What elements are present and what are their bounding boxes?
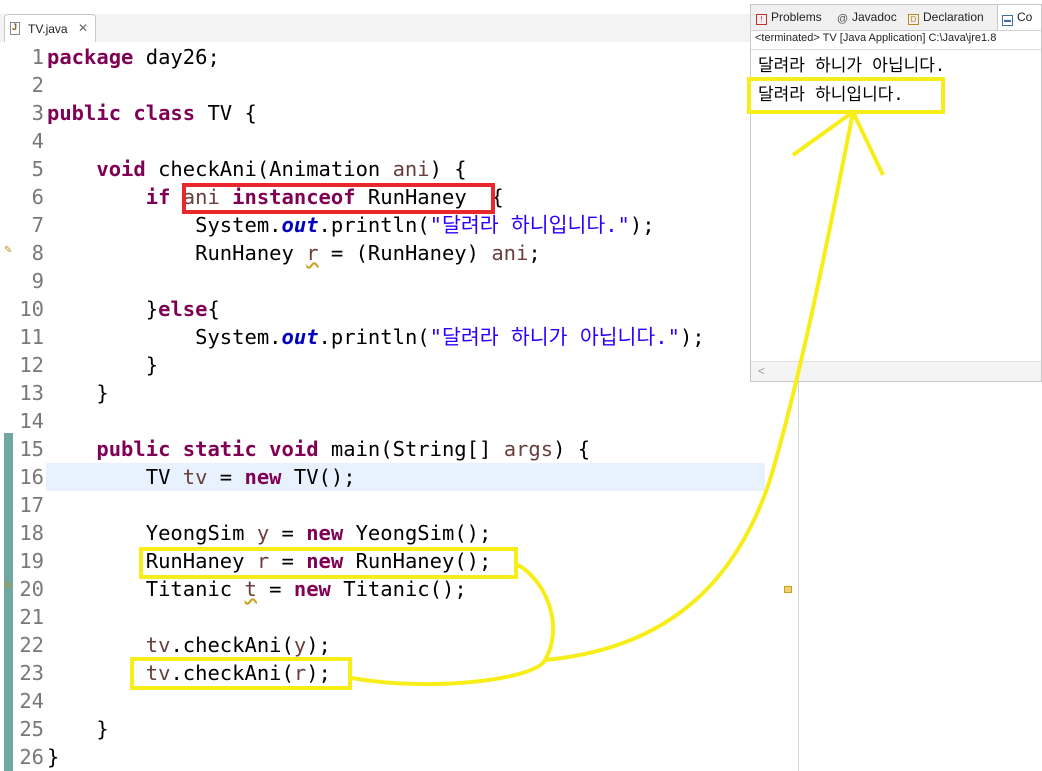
line-number: 20 bbox=[19, 577, 44, 601]
editor-tab-label: TV.java bbox=[28, 22, 68, 36]
tab-problems[interactable]: ! Problems bbox=[756, 5, 822, 30]
close-icon[interactable]: ✕ bbox=[78, 21, 88, 35]
code-editor[interactable]: ✎ ✎ 1 package day26; 2 3 public class TV {… bbox=[0, 42, 765, 771]
warning-marker-icon: ✎ bbox=[4, 245, 13, 256]
problems-icon: ! bbox=[756, 14, 767, 25]
editor-tab-bar: TV.java ✕ bbox=[0, 14, 750, 42]
console-status: <terminated> TV [Java Application] C:\Ja… bbox=[755, 32, 997, 44]
yellow-highlight-box bbox=[139, 547, 518, 579]
line-number: 21 bbox=[19, 605, 44, 629]
line-number: 9 bbox=[31, 269, 44, 293]
line-number: 2 bbox=[31, 73, 44, 97]
line-number: 24 bbox=[19, 689, 44, 713]
line-number: 8 bbox=[31, 241, 44, 265]
line-number: 22 bbox=[19, 633, 44, 657]
line-number: 5 bbox=[31, 157, 44, 181]
line-number: 3 bbox=[31, 101, 44, 125]
line-number: 11 bbox=[19, 325, 44, 349]
line-number: 4 bbox=[31, 129, 44, 153]
yellow-highlight-box bbox=[747, 77, 945, 114]
line-number: 23 bbox=[19, 661, 44, 685]
tab-declaration[interactable]: D Declaration bbox=[908, 5, 984, 30]
line-number: 26 bbox=[19, 745, 44, 769]
line-number: 7 bbox=[31, 213, 44, 237]
view-tab-bar: ! Problems @ Javadoc D Declaration ▬ Co bbox=[751, 5, 1041, 31]
declaration-icon: D bbox=[908, 14, 919, 25]
line-number: 16 bbox=[19, 465, 44, 489]
editor-tab-tv-java[interactable]: TV.java ✕ bbox=[4, 14, 96, 42]
line-number: 14 bbox=[19, 409, 44, 433]
change-ruler bbox=[4, 433, 13, 771]
console-view: ! Problems @ Javadoc D Declaration ▬ Co <ter… bbox=[750, 4, 1042, 382]
overview-ruler-warning-icon[interactable] bbox=[784, 586, 792, 593]
horizontal-scrollbar[interactable]: < bbox=[751, 361, 1041, 381]
line-number: 12 bbox=[19, 353, 44, 377]
line-number: 13 bbox=[19, 381, 44, 405]
scroll-left-icon[interactable]: < bbox=[758, 364, 765, 378]
line-number: 19 bbox=[19, 549, 44, 573]
console-output-line: 달려라 하니가 아닙니다. bbox=[758, 56, 946, 76]
line-number: 10 bbox=[19, 297, 44, 321]
javadoc-icon: @ bbox=[837, 13, 849, 25]
line-number: 17 bbox=[19, 493, 44, 517]
red-highlight-box bbox=[182, 183, 495, 214]
line-number: 18 bbox=[19, 521, 44, 545]
tab-javadoc[interactable]: @ Javadoc bbox=[837, 5, 897, 30]
java-file-icon bbox=[10, 22, 20, 35]
panel-divider[interactable] bbox=[798, 382, 799, 771]
yellow-highlight-box bbox=[130, 657, 352, 690]
line-number: 1 bbox=[31, 45, 44, 69]
warning-marker-icon: ✎ bbox=[4, 581, 13, 592]
line-number: 6 bbox=[31, 185, 44, 209]
divider bbox=[751, 49, 1041, 50]
console-icon: ▬ bbox=[1002, 15, 1013, 26]
line-number: 25 bbox=[19, 717, 44, 741]
line-number: 15 bbox=[19, 437, 44, 461]
tab-console[interactable]: ▬ Co bbox=[997, 5, 1041, 30]
